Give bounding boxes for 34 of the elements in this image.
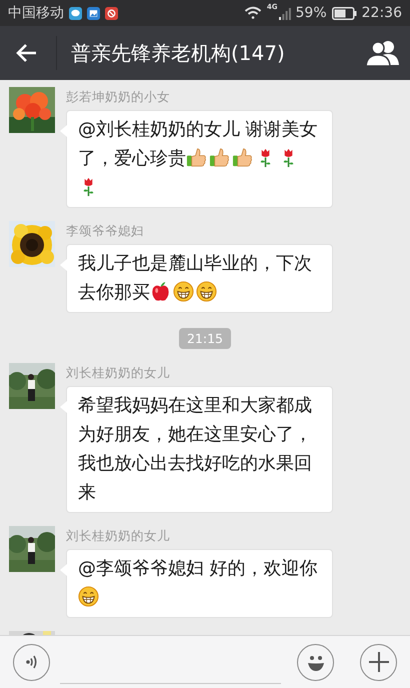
timestamp: 21:15 [178,328,232,349]
message-text: 去你那买 [78,282,150,303]
voice-button[interactable] [13,644,50,680]
sender-name: 刘长桂奶奶的女儿 [66,528,170,544]
grinning-face-icon [78,586,99,607]
add-button[interactable] [360,644,397,680]
sender-name: 李颂爷爷媳妇 [66,223,144,239]
message-text: @刘长桂奶奶的女儿 谢谢美女 [78,119,318,140]
clock: 22:36 [362,5,402,21]
image-icon [87,6,100,20]
chat-icon [69,6,82,20]
message-text: 了，爱心珍贵 [78,148,186,169]
wifi-icon [244,6,262,20]
signal-icon [278,6,291,20]
thumbs-up-icon [186,147,207,168]
chat-title: 普亲先锋养老机构(147) [71,40,286,66]
grinning-face-icon [173,281,194,302]
message-text: 希望我妈妈在这里和大家都成为好朋友，她在这里安心了，我也放心出去找好吃的水果回来 [78,395,312,503]
plus-icon [366,650,390,674]
message-text: 我儿子也是麓山毕业的，下次 [78,253,312,274]
message-text: @李颂爷爷媳妇 好的，欢迎你 [78,558,318,579]
battery-percent: 59% [296,5,327,21]
sender-name: 彭若坤奶奶的小女 [66,89,170,105]
battery-icon [332,6,357,20]
carrier-name: 中国移动 [8,4,64,22]
emoji-button[interactable] [297,644,334,680]
apple-icon [150,281,171,302]
blocked-icon [105,6,118,20]
group-members-button[interactable] [366,39,400,67]
thumbs-up-icon [232,147,253,168]
voice-icon [24,654,40,670]
grinning-face-icon [196,281,217,302]
thumbs-up-icon [209,147,230,168]
sender-name: 刘长桂奶奶的女儿 [66,365,170,381]
